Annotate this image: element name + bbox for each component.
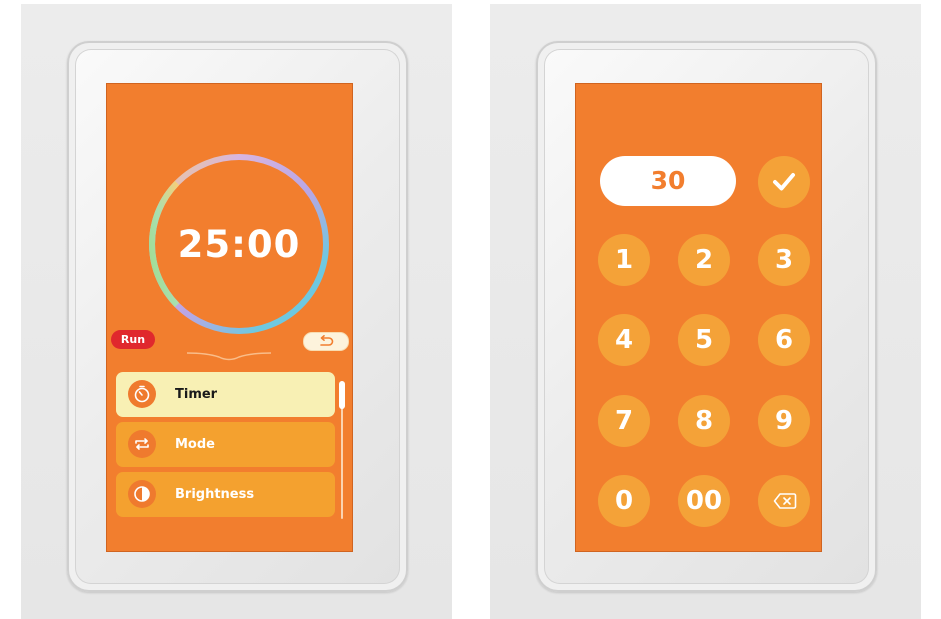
key-5[interactable]: 5 — [678, 314, 730, 366]
key-4[interactable]: 4 — [598, 314, 650, 366]
key-0[interactable]: 0 — [598, 475, 650, 527]
checkmark-icon — [773, 173, 795, 191]
timer-screen: 25:00 Run Timer Mode Brightness — [107, 84, 352, 551]
backspace-button[interactable] — [758, 475, 810, 527]
return-arrow-icon — [320, 335, 334, 346]
key-00[interactable]: 00 — [678, 475, 730, 527]
timer-device: 25:00 Run Timer Mode Brightness — [21, 4, 452, 619]
repeat-icon — [128, 430, 156, 458]
back-button[interactable] — [303, 332, 349, 351]
menu-scrollbar-thumb[interactable] — [339, 381, 345, 409]
menu-item-brightness[interactable]: Brightness — [116, 472, 335, 517]
key-2[interactable]: 2 — [678, 234, 730, 286]
stopwatch-icon — [128, 380, 156, 408]
device-bezel: 25:00 Run Timer Mode Brightness — [67, 41, 408, 592]
value-input-display[interactable]: 30 — [600, 156, 736, 206]
device-bezel: 30 1 2 3 4 5 6 7 8 9 0 00 — [536, 41, 877, 592]
key-6[interactable]: 6 — [758, 314, 810, 366]
run-status-badge[interactable]: Run — [111, 330, 155, 349]
key-1[interactable]: 1 — [598, 234, 650, 286]
menu-item-label: Mode — [175, 437, 215, 452]
key-7[interactable]: 7 — [598, 395, 650, 447]
keypad-screen: 30 1 2 3 4 5 6 7 8 9 0 00 — [576, 84, 821, 551]
menu-item-label: Timer — [175, 387, 218, 402]
backspace-icon — [773, 493, 797, 509]
menu-item-label: Brightness — [175, 487, 255, 502]
contrast-icon — [128, 480, 156, 508]
timer-display: 25:00 — [177, 222, 301, 266]
timer-ring: 25:00 — [147, 152, 331, 336]
menu-item-mode[interactable]: Mode — [116, 422, 335, 467]
confirm-button[interactable] — [758, 156, 810, 208]
keypad-device: 30 1 2 3 4 5 6 7 8 9 0 00 — [490, 4, 921, 619]
divider-notch — [187, 352, 271, 361]
key-9[interactable]: 9 — [758, 395, 810, 447]
menu-item-timer[interactable]: Timer — [116, 372, 335, 417]
key-8[interactable]: 8 — [678, 395, 730, 447]
key-3[interactable]: 3 — [758, 234, 810, 286]
